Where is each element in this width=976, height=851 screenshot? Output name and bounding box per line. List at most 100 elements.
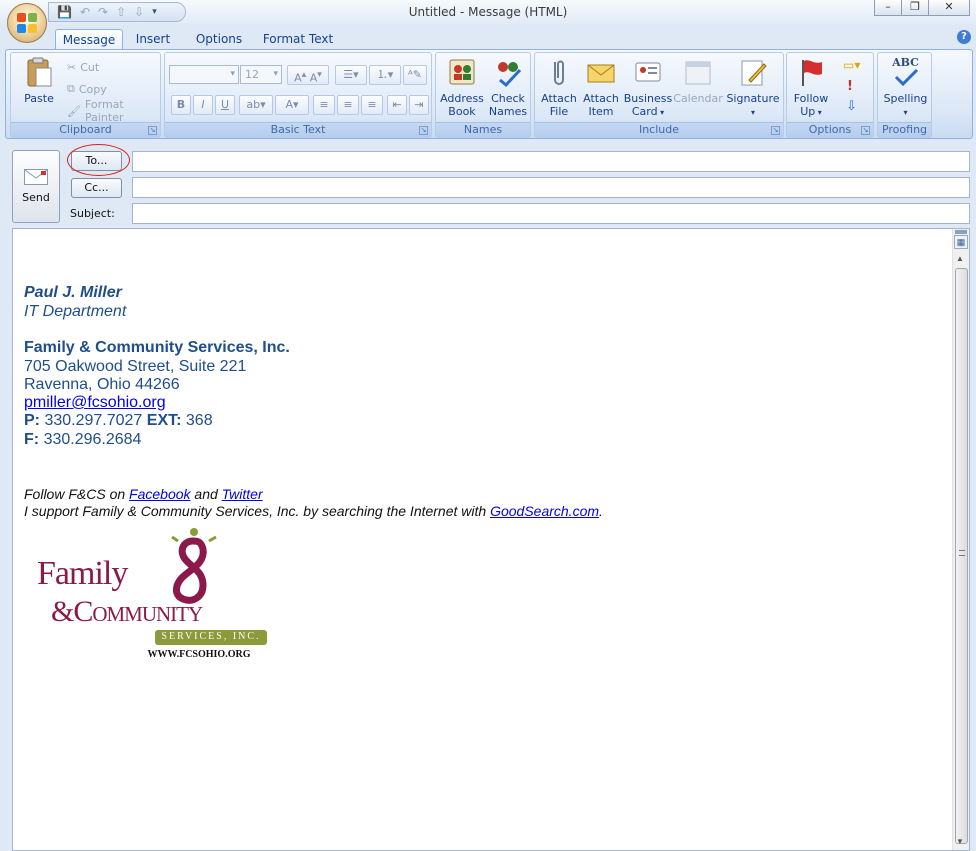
vertical-scrollbar[interactable]: ▦ ▲ ▼ [952,229,969,850]
categorize-icon[interactable]: ▭▾ [843,58,860,72]
format-painter-label: Format Painter [84,98,124,124]
office-button[interactable] [7,3,47,43]
underline-icon[interactable]: U [215,95,235,115]
options-group: Follow Up ▾ ▭▾ ! ⇩ Options ↘ [786,52,874,138]
highlight-icon[interactable]: ab▾ [239,95,273,115]
signature-email-link[interactable]: pmiller@fcsohio.org [24,394,166,411]
signature-address-1: 705 Oakwood Street, Suite 221 [24,358,247,375]
red-flag-icon [795,56,827,88]
send-envelope-icon [24,169,48,185]
increase-indent-icon[interactable]: ⇥ [409,95,429,115]
names-group: Address Book Check Names Names [435,52,531,138]
font-name-combo[interactable] [169,65,239,84]
ruler-toggle-icon[interactable]: ▦ [954,235,968,249]
cut-button[interactable]: ✂ Cut [67,58,99,76]
logo-services-text: SERVICES, INC. [161,631,261,642]
tab-insert[interactable]: Insert [130,29,176,50]
goodsearch-link[interactable]: GoodSearch.com [490,503,599,519]
calendar-button[interactable]: Calendar [673,56,723,105]
check-names-icon [492,56,524,88]
italic-icon[interactable]: I [193,95,213,115]
help-icon[interactable]: ? [957,30,971,44]
customize-toolbar-icon[interactable]: ▾ [152,5,157,19]
font-size-combo[interactable]: 12 [240,65,282,84]
proofing-group-label: Proofing [878,122,931,137]
attach-item-button[interactable]: Attach Item [580,56,622,118]
options-dialog-launcher[interactable]: ↘ [861,126,870,135]
office-logo-icon [17,13,37,33]
spelling-label: Spelling [883,92,928,105]
follow-line: Follow F&CS on Facebook and Twitter [24,486,263,502]
follow-up-button[interactable]: Follow Up ▾ [789,56,833,119]
attach-file-label-2: File [549,105,569,118]
redo-icon[interactable]: ↷ [98,5,108,19]
signature-label: Signature [726,92,780,105]
align-left-icon[interactable]: ≡ [313,95,335,115]
check-names-label-2: Names [488,105,528,118]
signature-button[interactable]: Signature ▾ [725,56,781,119]
spelling-button[interactable]: ABC Spelling ▾ [880,56,931,119]
twitter-link[interactable]: Twitter [222,486,263,502]
address-book-label-2: Book [448,105,476,118]
font-color-icon[interactable]: A▾ [275,95,309,115]
scissors-icon: ✂ [67,60,77,74]
format-painter-button[interactable]: 🖌 Format Painter [67,98,160,124]
bold-icon[interactable]: B [171,95,191,115]
bullets-icon[interactable]: ☰▾ [335,65,367,85]
numbering-icon[interactable]: ⒈▾ [369,65,401,85]
window-controls: – ❐ ✕ [874,0,970,16]
logo-community-text: &Community [51,595,203,628]
minimize-button[interactable]: – [874,0,902,16]
close-button[interactable]: ✕ [928,0,970,16]
subject-field[interactable] [132,203,970,224]
up-icon[interactable]: ⇧ [116,5,126,19]
restore-button[interactable]: ❐ [901,0,929,16]
business-card-label-2: Card [631,105,658,118]
cc-button[interactable]: Cc... [71,178,122,198]
to-field[interactable] [132,151,970,172]
basic-text-group: 12 A▴ A▾ ☰▾ ⒈▾ ᴬ✎ B I U ab▾ A▾ ≡ ≡ ≡ ⇤ ⇥… [164,52,432,138]
high-importance-icon[interactable]: ! [847,79,853,94]
clipboard-group: Paste ✂ Cut ⧉ Copy 🖌 Format Painter Clipboa… [10,52,161,138]
split-handle[interactable] [955,230,967,234]
names-group-label: Names [436,122,530,137]
low-importance-icon[interactable]: ⇩ [846,99,857,114]
and-text: and [194,486,218,502]
attach-file-button[interactable]: Attach File [537,56,581,118]
facebook-link[interactable]: Facebook [129,486,190,502]
cc-field[interactable] [132,177,970,198]
check-names-button[interactable]: Check Names [486,56,530,118]
logo-family-text: Family [37,555,128,592]
include-dialog-launcher[interactable]: ↘ [771,126,780,135]
basic-text-dialog-launcher[interactable]: ↘ [419,126,428,135]
align-right-icon[interactable]: ≡ [361,95,383,115]
paperclip-icon [543,56,575,88]
clear-formatting-icon[interactable]: ᴬ✎ [403,65,427,85]
scroll-down-arrow-icon[interactable]: ▼ [956,837,964,846]
tab-format-text[interactable]: Format Text [262,29,334,50]
grow-shrink-font-icon[interactable]: A▴ A▾ [287,65,329,85]
basic-text-group-label: Basic Text [165,122,431,137]
clipboard-dialog-launcher[interactable]: ↘ [148,126,157,135]
scroll-up-arrow-icon[interactable]: ▲ [956,254,964,263]
address-book-button[interactable]: Address Book [439,56,485,118]
align-center-icon[interactable]: ≡ [337,95,359,115]
include-group: Attach File Attach Item Business Card ▾ [534,52,784,138]
red-annotation-circle [67,144,130,176]
message-body[interactable]: Paul J. Miller IT Department Family & Co… [12,228,970,851]
paste-button[interactable]: Paste [14,56,64,105]
tab-message[interactable]: Message [55,29,123,50]
undo-icon[interactable]: ↶ [80,5,90,19]
save-icon[interactable]: 💾 [57,5,72,19]
tab-options[interactable]: Options [190,29,248,50]
scroll-thumb[interactable] [955,268,968,844]
fax-label: F: [24,431,40,448]
down-icon[interactable]: ⇩ [134,5,144,19]
attach-item-label-2: Item [588,105,614,118]
business-card-icon [632,56,664,88]
copy-button[interactable]: ⧉ Copy [67,80,107,98]
business-card-button[interactable]: Business Card ▾ [623,56,673,119]
decrease-indent-icon[interactable]: ⇤ [387,95,407,115]
send-button[interactable]: Send [12,150,60,223]
signature-org: Family & Community Services, Inc. [24,339,290,356]
